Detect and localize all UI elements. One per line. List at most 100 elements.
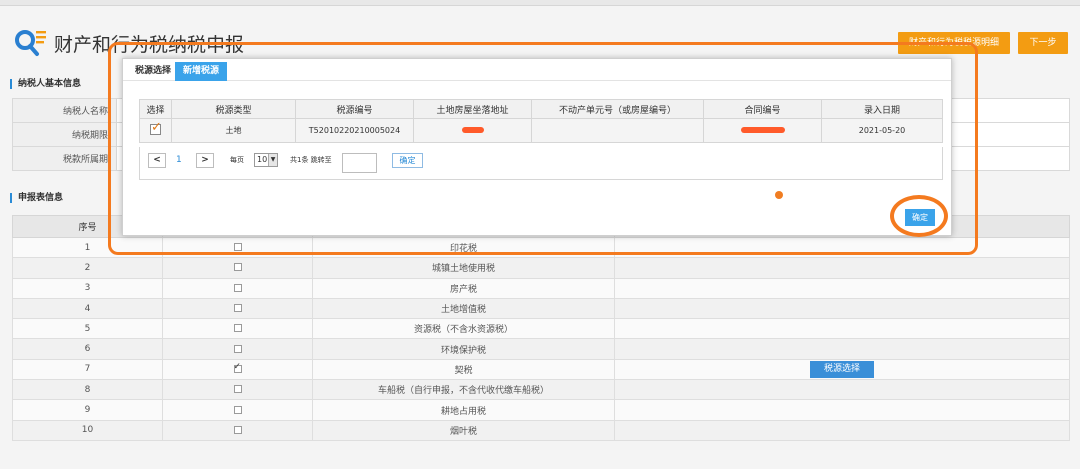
tax-source-select-button[interactable]: 税源选择 bbox=[809, 360, 874, 378]
row-seq: 6 bbox=[12, 338, 163, 360]
row-checkbox[interactable] bbox=[233, 243, 242, 252]
row-checkbox[interactable] bbox=[233, 362, 242, 373]
current-page-link[interactable]: 1 bbox=[176, 155, 182, 165]
row-checkbox-cell[interactable] bbox=[162, 236, 313, 259]
tax-source-detail-button[interactable]: 财产和行为税税源明细 bbox=[898, 32, 1010, 54]
row-checkbox[interactable] bbox=[233, 304, 242, 313]
row-checkbox[interactable] bbox=[233, 405, 242, 414]
row-action-cell bbox=[614, 379, 1070, 401]
row-tax-name: 印花税 bbox=[312, 236, 615, 259]
annotation-dot bbox=[775, 191, 783, 199]
page-title: 财产和行为税纳税申报 bbox=[54, 34, 245, 56]
row-seq: 3 bbox=[12, 277, 163, 299]
row-checkbox-cell[interactable] bbox=[162, 338, 313, 360]
row-action-cell bbox=[614, 399, 1070, 421]
row-seq: 2 bbox=[12, 257, 163, 279]
declaration-table: 序号 1 印花税 2 城镇土地使用税 3 房产税 4 土地增值税 5 资源税（不含水资源税） 6 环境… bbox=[12, 215, 1070, 441]
table-row: 9 耕地占用税 bbox=[12, 399, 1070, 421]
chevron-down-icon[interactable]: ▼ bbox=[268, 154, 277, 166]
jump-confirm-button[interactable]: 确定 bbox=[392, 153, 423, 168]
row-checkbox-cell[interactable] bbox=[162, 399, 313, 421]
row-action-cell bbox=[614, 236, 1070, 259]
table-row: 5 资源税（不含水资源税） bbox=[12, 318, 1070, 340]
per-page-select[interactable]: 10 ▼ bbox=[254, 153, 278, 167]
tab-tax-source-select[interactable]: 税源选择 bbox=[127, 62, 179, 81]
browser-top-strip bbox=[0, 0, 1080, 6]
row-tax-name: 城镇土地使用税 bbox=[312, 257, 615, 279]
jump-page-input[interactable] bbox=[342, 153, 377, 173]
table-row: 7 契税 税源选择 bbox=[12, 358, 1070, 381]
row-seq: 4 bbox=[12, 297, 163, 320]
redaction-mark bbox=[461, 127, 484, 133]
next-page-button[interactable]: > bbox=[196, 153, 214, 168]
row-seq: 1 bbox=[12, 236, 163, 259]
source-type-cell: 土地 bbox=[171, 118, 296, 143]
row-seq: 9 bbox=[12, 399, 163, 421]
per-page-label: 每页 bbox=[230, 156, 244, 164]
row-action-cell bbox=[614, 318, 1070, 340]
tax-period-label: 纳税期限 bbox=[12, 122, 117, 147]
per-page-value: 10 bbox=[257, 155, 268, 164]
row-tax-name: 车船税（自行申报，不含代收代缴车船税） bbox=[312, 379, 615, 401]
row-checkbox-cell[interactable] bbox=[162, 318, 313, 340]
row-checkbox-cell[interactable] bbox=[162, 277, 313, 299]
row-checkbox[interactable] bbox=[233, 385, 242, 394]
section-declaration-info: 申报表信息 bbox=[10, 193, 63, 203]
row-seq: 5 bbox=[12, 318, 163, 340]
dialog-confirm-button[interactable]: 确定 bbox=[905, 209, 935, 226]
pagination-bar: < 1 > 每页 10 ▼ 共1条 跳转至 确定 bbox=[139, 147, 943, 180]
column-header-entry-date: 录入日期 bbox=[821, 99, 943, 119]
search-logo-icon bbox=[15, 30, 46, 56]
row-tax-name: 耕地占用税 bbox=[312, 399, 615, 421]
column-header-source-no: 税源编号 bbox=[295, 99, 414, 119]
dialog-tabs: 税源选择 新增税源 bbox=[123, 59, 951, 81]
row-checkbox-cell[interactable] bbox=[162, 379, 313, 401]
tax-source-table: 选择 税源类型 税源编号 土地房屋坐落地址 不动产单元号（或房屋编号） 合同编号… bbox=[139, 99, 943, 143]
row-checkbox-cell[interactable] bbox=[162, 358, 313, 381]
row-checkbox[interactable] bbox=[233, 283, 242, 292]
checked-checkbox-icon[interactable] bbox=[150, 120, 162, 135]
page-header: 财产和行为税纳税申报 财产和行为税税源明细 下一步 bbox=[0, 22, 1080, 62]
table-row: 6 环境保护税 bbox=[12, 338, 1070, 360]
row-action-cell bbox=[614, 297, 1070, 320]
section-taxpayer-info: 纳税人基本信息 bbox=[10, 79, 81, 89]
row-checkbox[interactable] bbox=[233, 324, 242, 333]
row-checkbox[interactable] bbox=[233, 344, 242, 353]
address-cell bbox=[413, 118, 532, 143]
row-tax-name: 土地增值税 bbox=[312, 297, 615, 320]
table-row: 2 城镇土地使用税 bbox=[12, 257, 1070, 279]
row-action-cell bbox=[614, 338, 1070, 360]
row-tax-name: 烟叶税 bbox=[312, 419, 615, 441]
tab-add-tax-source[interactable]: 新增税源 bbox=[175, 62, 228, 81]
table-row[interactable]: 土地 T5201022021000502­4 2021-05-20 bbox=[139, 118, 943, 143]
unit-no-cell bbox=[531, 118, 704, 143]
row-tax-name: 契税 bbox=[312, 358, 615, 381]
row-checkbox-cell[interactable] bbox=[162, 419, 313, 441]
row-tax-name: 资源税（不含水资源税） bbox=[312, 318, 615, 340]
row-checkbox-cell[interactable] bbox=[162, 297, 313, 320]
row-action-cell bbox=[614, 277, 1070, 299]
column-header-source-type: 税源类型 bbox=[171, 99, 296, 119]
row-select-cell[interactable] bbox=[139, 118, 172, 143]
row-seq: 10 bbox=[12, 419, 163, 441]
table-row: 8 车船税（自行申报，不含代收代缴车船税） bbox=[12, 379, 1070, 401]
table-row: 3 房产税 bbox=[12, 277, 1070, 299]
taxpayer-name-label: 纳税人名称 bbox=[12, 98, 117, 123]
row-tax-name: 房产税 bbox=[312, 277, 615, 299]
table-row: 4 土地增值税 bbox=[12, 297, 1070, 320]
table-row: 10 烟叶税 bbox=[12, 419, 1070, 441]
row-seq: 7 bbox=[12, 358, 163, 381]
row-action-cell bbox=[614, 419, 1070, 441]
row-tax-name: 环境保护税 bbox=[312, 338, 615, 360]
row-seq: 8 bbox=[12, 379, 163, 401]
row-checkbox[interactable] bbox=[233, 263, 242, 272]
column-header-unit-no: 不动产单元号（或房屋编号） bbox=[531, 99, 704, 119]
prev-page-button[interactable]: < bbox=[148, 153, 166, 168]
next-step-button[interactable]: 下一步 bbox=[1018, 32, 1068, 54]
row-checkbox-cell[interactable] bbox=[162, 257, 313, 279]
row-checkbox[interactable] bbox=[233, 425, 242, 434]
column-header-contract-no: 合同编号 bbox=[703, 99, 822, 119]
source-no-cell: T5201022021000502­4 bbox=[295, 118, 414, 143]
redaction-mark bbox=[740, 127, 785, 133]
tax-belong-period-label: 税款所属期 bbox=[12, 146, 117, 171]
